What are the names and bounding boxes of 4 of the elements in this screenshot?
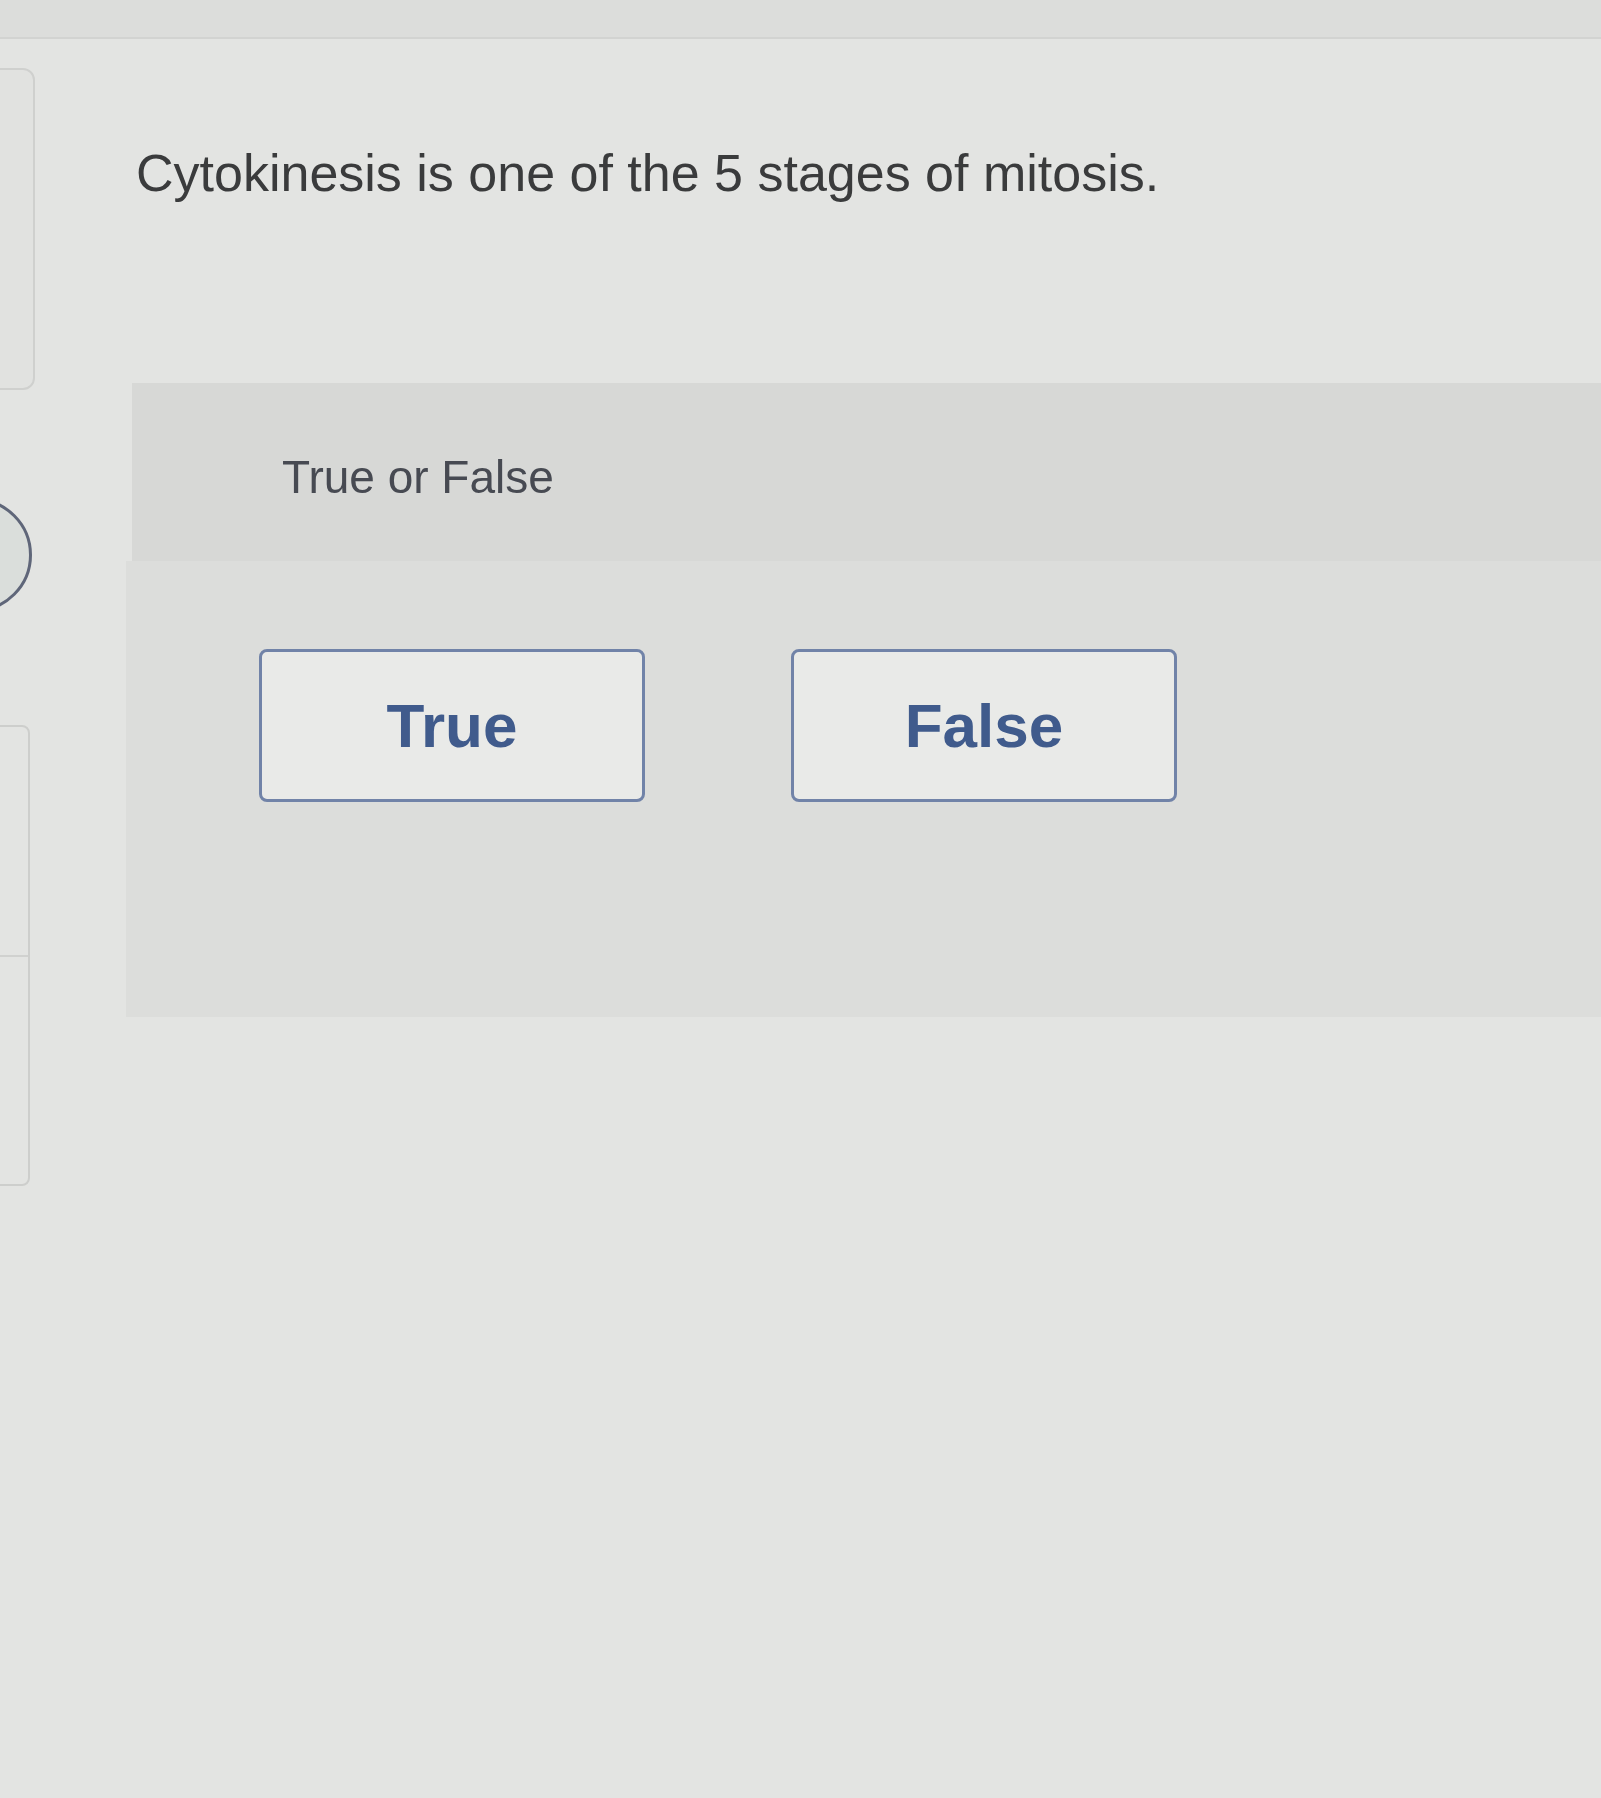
prompt-label: True or False <box>282 450 554 506</box>
answer-choice-button[interactable]: False <box>791 649 1177 803</box>
question-text: Cytokinesis is one of the 5 stages of mitosis. <box>135 143 1161 204</box>
answer-choice-button[interactable]: True <box>259 649 645 803</box>
